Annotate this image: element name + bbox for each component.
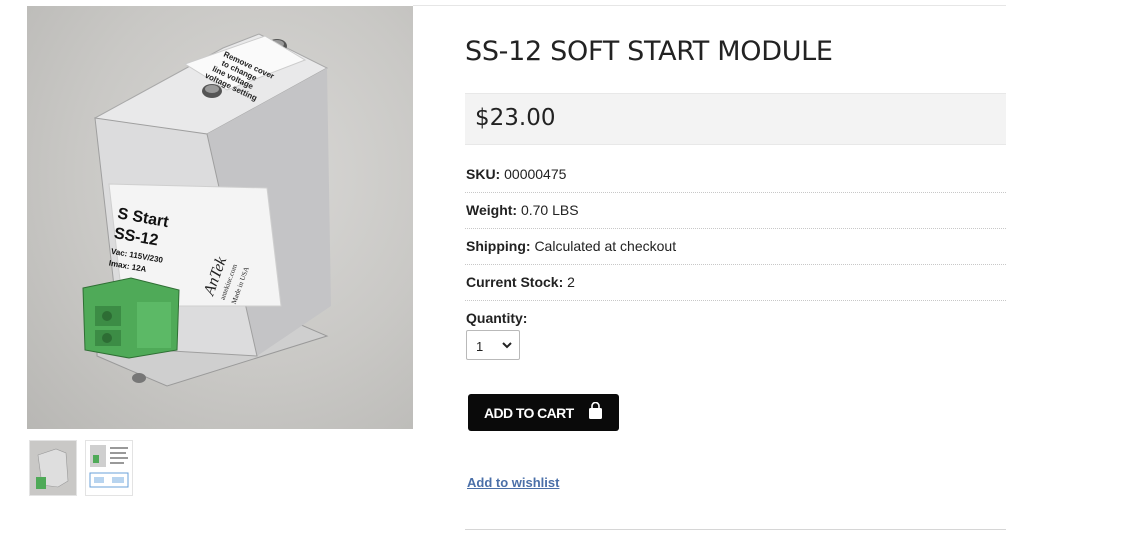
add-to-cart-button[interactable]: ADD TO CART — [468, 394, 619, 431]
add-to-wishlist-link[interactable]: Add to wishlist — [467, 475, 559, 490]
thumbnail-2[interactable] — [85, 440, 133, 496]
spec-value-shipping: Calculated at checkout — [534, 238, 677, 254]
bottom-divider — [465, 529, 1006, 530]
spec-label-shipping: Shipping: — [466, 238, 531, 254]
spec-label-stock: Current Stock: — [466, 274, 564, 290]
spec-value-weight: 0.70 LBS — [520, 202, 579, 218]
spec-row-stock: Current Stock: 2 — [465, 264, 1006, 301]
quantity-label: Quantity: — [466, 310, 528, 326]
spec-label-sku: SKU: — [466, 166, 501, 182]
product-price: $23.00 — [475, 105, 556, 131]
spec-row-weight: Weight: 0.70 LBS — [465, 192, 1006, 229]
thumbnail-1-image — [30, 441, 76, 495]
quantity-select[interactable]: 1 — [466, 330, 520, 360]
spec-label-weight: Weight: — [466, 202, 518, 218]
spec-row-shipping: Shipping: Calculated at checkout — [465, 228, 1006, 265]
module-photo: Remove cover to change line voltage volt… — [82, 33, 331, 387]
product-title: SS-12 SOFT START MODULE — [465, 36, 833, 67]
thumbnail-1[interactable] — [29, 440, 77, 496]
top-divider — [413, 5, 1006, 6]
thumbnail-2-image — [86, 441, 132, 495]
spec-row-sku: SKU: 00000475 — [465, 156, 1006, 193]
product-main-image[interactable]: Remove cover to change line voltage volt… — [27, 6, 413, 429]
quantity-selected-value: 1 — [476, 339, 484, 354]
shopping-bag-icon — [589, 402, 602, 419]
price-box: $23.00 — [465, 93, 1006, 145]
spec-value-stock: 2 — [567, 274, 575, 290]
chevron-down-icon — [502, 342, 512, 349]
spec-value-sku: 00000475 — [504, 166, 567, 182]
add-to-cart-label: ADD TO CART — [484, 405, 574, 421]
